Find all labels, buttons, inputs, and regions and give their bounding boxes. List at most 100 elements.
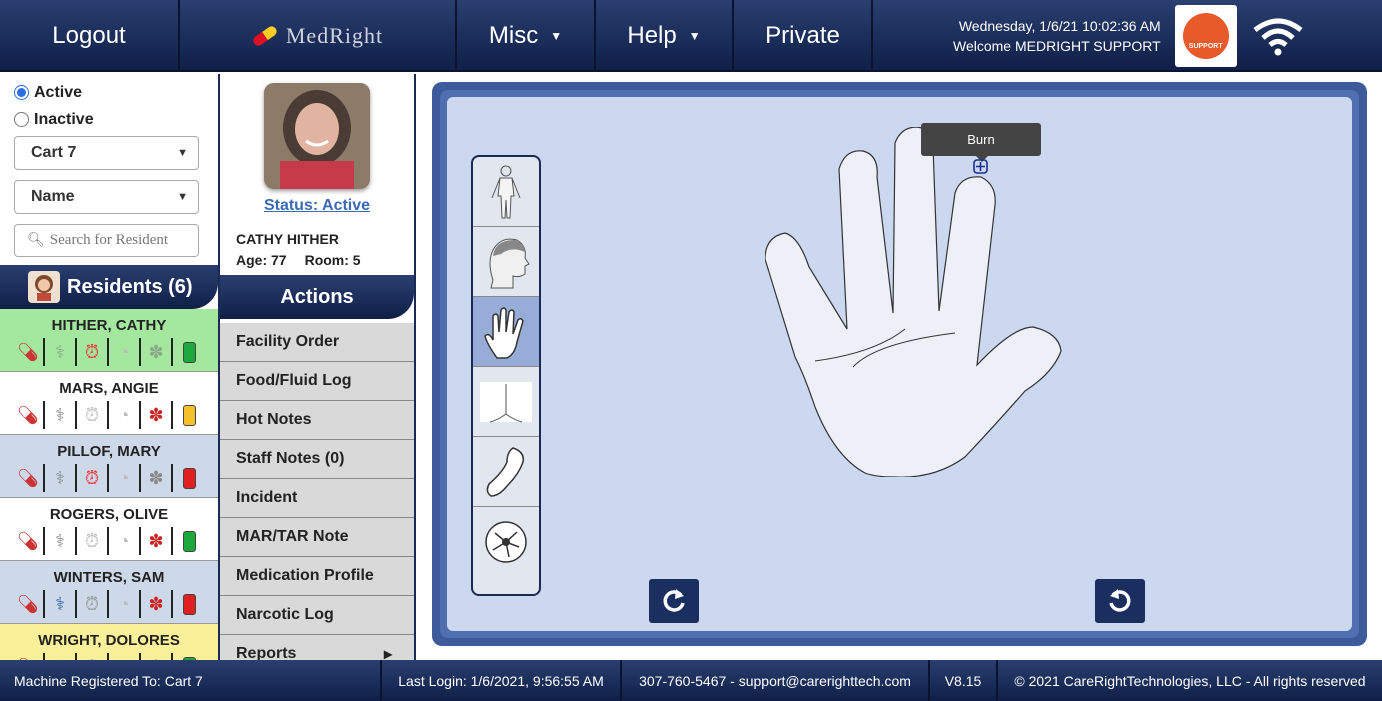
- help-menu[interactable]: Help ▼: [596, 0, 734, 72]
- alarm-clock-icon[interactable]: ⏰︎: [77, 338, 109, 366]
- status-indicator: [182, 341, 196, 363]
- action-food-fluid-log[interactable]: Food/Fluid Log: [220, 362, 414, 401]
- version: V8.15: [930, 660, 998, 701]
- activity-figure-icon[interactable]: ✽: [141, 527, 173, 555]
- patient-status-link[interactable]: Status: Active: [220, 197, 414, 215]
- private-button[interactable]: Private: [734, 0, 873, 72]
- resident-row[interactable]: WINTERS, SAM 💊︎ ⚕ ⏰︎ ◔ ✽: [0, 561, 218, 624]
- activity-figure-icon[interactable]: ✽: [141, 464, 173, 492]
- hand-tool[interactable]: [473, 297, 539, 367]
- resident-avatar-icon: [28, 271, 60, 303]
- torso-icon: [480, 381, 532, 422]
- body-part-toolbar: [471, 155, 541, 596]
- resident-name: ROGERS, OLIVE: [49, 506, 169, 523]
- cart-select[interactable]: Cart 7 ▼: [14, 136, 199, 170]
- body-map-canvas[interactable]: Burn: [447, 97, 1352, 631]
- search-icon: 🔍︎: [27, 233, 45, 248]
- action-medication-profile[interactable]: Medication Profile: [220, 557, 414, 596]
- resident-list: HITHER, CATHY 💊︎ ⚕ ⏰︎ ◔ ✽ MARS, ANGIE 💊︎ ⚕ ⏰︎ ◔ ✽ PI…: [0, 309, 218, 660]
- support-button[interactable]: SUPPORT: [1174, 5, 1237, 67]
- resident-name: HITHER, CATHY: [51, 317, 167, 334]
- chevron-down-icon: ▼: [177, 191, 188, 203]
- resident-row[interactable]: WRIGHT, DOLORES 💊︎⚕⏰︎◔✽: [0, 624, 218, 660]
- stethoscope-icon[interactable]: ⚕: [45, 527, 77, 555]
- burn-tooltip: Burn: [921, 123, 1041, 162]
- inactive-radio[interactable]: Inactive: [14, 110, 218, 129]
- activity-figure-icon[interactable]: ✽: [141, 653, 173, 660]
- alarm-clock-icon[interactable]: ⏰︎: [77, 527, 109, 555]
- vitals-icon[interactable]: ◔: [109, 464, 141, 492]
- app-logo: MedRight: [180, 0, 457, 72]
- action-hot-notes[interactable]: Hot Notes: [220, 401, 414, 440]
- hand-diagram: [765, 127, 1062, 477]
- body-outline-icon: [491, 165, 521, 218]
- medication-icon[interactable]: 💊︎: [13, 401, 45, 429]
- head-tool[interactable]: [473, 227, 539, 297]
- undo-button[interactable]: [1095, 579, 1145, 623]
- patient-name: CATHY HITHER: [236, 231, 339, 247]
- body-map-frame: Burn: [432, 82, 1367, 646]
- action-incident[interactable]: Incident: [220, 479, 414, 518]
- actions-list: Facility Order Food/Fluid Log Hot Notes Sta…: [220, 323, 414, 660]
- logout-button[interactable]: Logout: [0, 0, 180, 72]
- stethoscope-icon[interactable]: ⚕: [45, 338, 77, 366]
- residents-header: Residents (6): [0, 265, 218, 309]
- support-contact: 307-760-5467 - support@carerighttech.com: [622, 660, 930, 701]
- resident-row[interactable]: ROGERS, OLIVE 💊︎ ⚕ ⏰︎ ◔ ✽: [0, 498, 218, 561]
- torso-tool[interactable]: [473, 367, 539, 437]
- patient-panel: Status: Active CATHY HITHER Age: 77 Room:…: [220, 74, 416, 660]
- alarm-clock-icon[interactable]: ⏰︎: [77, 590, 109, 618]
- action-mar-tar-note[interactable]: MAR/TAR Note: [220, 518, 414, 557]
- welcome-text: Welcome MEDRIGHT SUPPORT: [953, 38, 1161, 54]
- activity-figure-icon[interactable]: ✽: [141, 338, 173, 366]
- resident-name: WINTERS, SAM: [53, 569, 165, 586]
- medication-icon[interactable]: 💊︎: [13, 653, 45, 660]
- full-body-tool[interactable]: [473, 157, 539, 227]
- resident-name: PILLOF, MARY: [57, 443, 161, 460]
- patient-age: Age: 77: [236, 252, 287, 268]
- redo-button[interactable]: [649, 579, 699, 623]
- resident-search-input[interactable]: 🔍︎ Search for Resident: [14, 224, 199, 257]
- resident-row[interactable]: PILLOF, MARY 💊︎ ⚕ ⏰︎ ◔ ✽: [0, 435, 218, 498]
- alarm-clock-icon[interactable]: ⏰︎: [77, 653, 109, 660]
- support-icon: SUPPORT: [1182, 13, 1229, 59]
- resident-row[interactable]: HITHER, CATHY 💊︎ ⚕ ⏰︎ ◔ ✽: [0, 309, 218, 372]
- patient-photo: [264, 83, 370, 189]
- active-radio[interactable]: Active: [14, 83, 218, 102]
- medication-icon[interactable]: 💊︎: [13, 590, 45, 618]
- machine-registration: Machine Registered To: Cart 7: [0, 660, 382, 701]
- action-staff-notes-0[interactable]: Staff Notes (0): [220, 440, 414, 479]
- status-indicator: [182, 530, 196, 552]
- stethoscope-icon[interactable]: ⚕: [45, 653, 77, 660]
- burn-marker-icon[interactable]: [973, 159, 989, 175]
- footer: Machine Registered To: Cart 7 Last Login…: [0, 660, 1382, 701]
- misc-menu[interactable]: Misc ▼: [457, 0, 596, 72]
- caret-down-icon: ▼: [550, 29, 563, 43]
- action-facility-order[interactable]: Facility Order: [220, 323, 414, 362]
- activity-figure-icon[interactable]: ✽: [141, 590, 173, 618]
- action-narcotic-log[interactable]: Narcotic Log: [220, 596, 414, 635]
- resident-row[interactable]: MARS, ANGIE 💊︎ ⚕ ⏰︎ ◔ ✽: [0, 372, 218, 435]
- stethoscope-icon[interactable]: ⚕: [45, 590, 77, 618]
- vitals-icon[interactable]: ◔: [109, 527, 141, 555]
- medication-icon[interactable]: 💊︎: [13, 464, 45, 492]
- action-reports[interactable]: Reports ▸: [220, 635, 414, 660]
- vitals-icon[interactable]: ◔: [109, 401, 141, 429]
- vitals-icon[interactable]: ◔: [109, 590, 141, 618]
- alarm-clock-icon[interactable]: ⏰︎: [77, 464, 109, 492]
- foot-icon: [486, 446, 525, 497]
- stethoscope-icon[interactable]: ⚕: [45, 464, 77, 492]
- medication-icon[interactable]: 💊︎: [13, 338, 45, 366]
- sort-select[interactable]: Name ▼: [14, 180, 199, 214]
- vitals-icon[interactable]: ◔: [109, 338, 141, 366]
- activity-figure-icon[interactable]: ✽: [141, 401, 173, 429]
- vitals-icon[interactable]: ◔: [109, 653, 141, 660]
- wound-tool[interactable]: [473, 507, 539, 577]
- foot-tool[interactable]: [473, 437, 539, 507]
- patient-room: Room: 5: [304, 252, 361, 268]
- stethoscope-icon[interactable]: ⚕: [45, 401, 77, 429]
- alarm-clock-icon[interactable]: ⏰︎: [77, 401, 109, 429]
- status-indicator: [182, 467, 196, 489]
- head-profile-icon: [489, 238, 530, 288]
- medication-icon[interactable]: 💊︎: [13, 527, 45, 555]
